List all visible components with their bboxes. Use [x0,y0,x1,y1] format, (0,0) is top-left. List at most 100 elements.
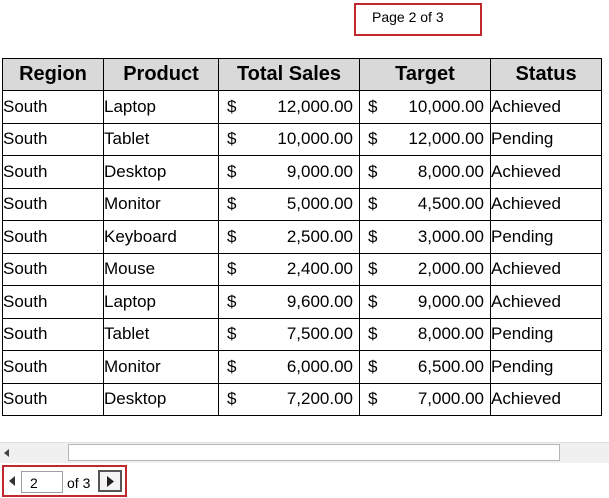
cell-target: $4,500.00 [359,187,491,221]
triangle-right-icon [106,475,114,487]
cell-target-value: 7,000.00 [417,389,484,409]
sales-table: Region Product Total Sales Target Status… [2,58,602,416]
column-header-total-sales: Total Sales [218,58,360,91]
scroll-left-icon[interactable] [0,443,14,463]
cell-target: $12,000.00 [359,122,491,156]
table-row: South Desktop $9,000.00 $8,000.00 Achieved [2,155,602,189]
column-header-status: Status [490,58,602,91]
cell-product: Tablet [103,122,219,156]
cell-total-sales-value: 12,000.00 [277,96,353,116]
cell-target-value: 6,500.00 [417,356,484,376]
cell-total-sales-value: 9,000.00 [286,161,353,181]
cell-status: Pending [490,317,602,351]
currency-symbol: $ [227,194,237,214]
cell-total-sales-value: 7,500.00 [286,324,353,344]
cell-target-value: 10,000.00 [408,96,484,116]
page-number-input[interactable] [21,471,63,493]
horizontal-scrollbar[interactable] [0,442,609,463]
cell-target-value: 12,000.00 [408,129,484,149]
cell-total-sales: $2,500.00 [218,220,360,254]
cell-region: South [2,285,104,319]
cell-target-value: 4,500.00 [417,194,484,214]
cell-target: $3,000.00 [359,220,491,254]
currency-symbol: $ [227,291,237,311]
cell-status: Achieved [490,382,602,416]
cell-region: South [2,382,104,416]
currency-symbol: $ [368,194,378,214]
cell-status: Pending [490,122,602,156]
cell-target-value: 3,000.00 [417,226,484,246]
table-row: South Laptop $12,000.00 $10,000.00 Achieved [2,90,602,124]
cell-total-sales: $5,000.00 [218,187,360,221]
cell-target: $7,000.00 [359,382,491,416]
cell-product: Laptop [103,90,219,124]
currency-symbol: $ [227,356,237,376]
table-row: South Desktop $7,200.00 $7,000.00 Achieved [2,382,602,416]
cell-product: Keyboard [103,220,219,254]
currency-symbol: $ [227,161,237,181]
currency-symbol: $ [368,226,378,246]
currency-symbol: $ [368,161,378,181]
cell-product: Mouse [103,252,219,286]
cell-target-value: 8,000.00 [417,324,484,344]
cell-total-sales: $7,200.00 [218,382,360,416]
table-row: South Laptop $9,600.00 $9,000.00 Achieved [2,285,602,319]
cell-status: Achieved [490,187,602,221]
cell-status: Achieved [490,252,602,286]
currency-symbol: $ [368,129,378,149]
currency-symbol: $ [368,291,378,311]
cell-total-sales-value: 6,000.00 [286,356,353,376]
table-row: South Monitor $6,000.00 $6,500.00 Pending [2,350,602,384]
triangle-left-icon[interactable] [6,473,18,489]
page-indicator: Page 2 of 3 [354,3,482,36]
table-row: South Monitor $5,000.00 $4,500.00 Achieved [2,187,602,221]
cell-region: South [2,187,104,221]
cell-total-sales: $6,000.00 [218,350,360,384]
cell-total-sales-value: 2,500.00 [286,226,353,246]
cell-target: $2,000.00 [359,252,491,286]
cell-region: South [2,350,104,384]
currency-symbol: $ [227,96,237,116]
cell-region: South [2,220,104,254]
scrollbar-thumb[interactable] [68,444,560,461]
cell-total-sales: $10,000.00 [218,122,360,156]
cell-target: $6,500.00 [359,350,491,384]
currency-symbol: $ [227,389,237,409]
currency-symbol: $ [227,226,237,246]
currency-symbol: $ [227,324,237,344]
cell-region: South [2,90,104,124]
cell-target: $10,000.00 [359,90,491,124]
cell-total-sales: $7,500.00 [218,317,360,351]
cell-region: South [2,317,104,351]
currency-symbol: $ [368,96,378,116]
column-header-region: Region [2,58,104,91]
currency-symbol: $ [368,259,378,279]
cell-total-sales-value: 2,400.00 [286,259,353,279]
table-row: South Keyboard $2,500.00 $3,000.00 Pending [2,220,602,254]
cell-total-sales-value: 7,200.00 [286,389,353,409]
table-row: South Mouse $2,400.00 $2,000.00 Achieved [2,252,602,286]
column-header-target: Target [359,58,491,91]
cell-status: Achieved [490,285,602,319]
cell-total-sales-value: 5,000.00 [286,194,353,214]
cell-product: Tablet [103,317,219,351]
cell-target: $8,000.00 [359,155,491,189]
cell-total-sales-value: 9,600.00 [286,291,353,311]
cell-total-sales-value: 10,000.00 [277,129,353,149]
cell-status: Pending [490,350,602,384]
currency-symbol: $ [227,259,237,279]
table-header-row: Region Product Total Sales Target Status [2,58,602,91]
cell-target: $9,000.00 [359,285,491,319]
cell-product: Monitor [103,350,219,384]
cell-region: South [2,155,104,189]
cell-target-value: 2,000.00 [417,259,484,279]
cell-target: $8,000.00 [359,317,491,351]
table-row: South Tablet $10,000.00 $12,000.00 Pending [2,122,602,156]
next-page-button[interactable] [98,470,122,492]
currency-symbol: $ [368,389,378,409]
currency-symbol: $ [368,356,378,376]
cell-status: Pending [490,220,602,254]
cell-product: Monitor [103,187,219,221]
cell-total-sales: $2,400.00 [218,252,360,286]
cell-total-sales: $9,000.00 [218,155,360,189]
